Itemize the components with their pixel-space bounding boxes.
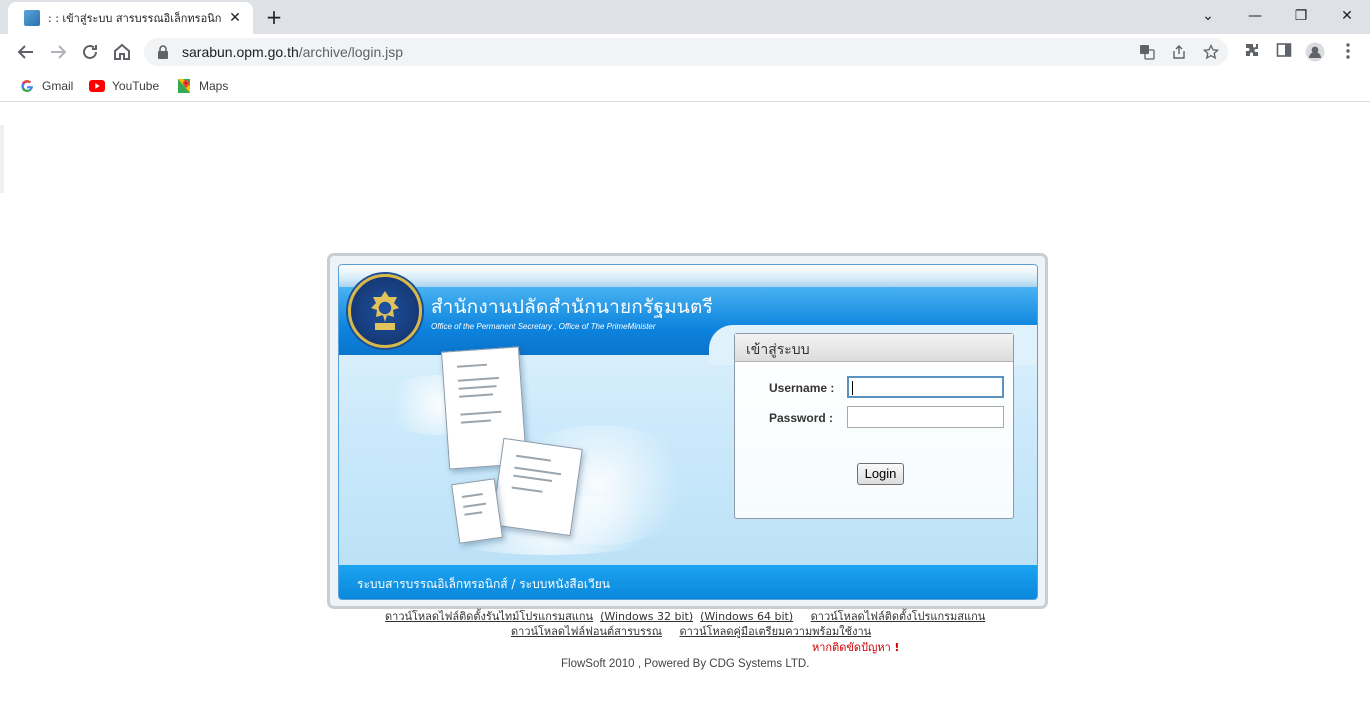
forward-button[interactable] <box>46 40 70 64</box>
organization-name-th: สำนักงานปลัดสำนักนายกรัฐมนตรี <box>431 296 713 318</box>
doc-line <box>460 410 502 416</box>
translate-icon[interactable] <box>1138 44 1156 62</box>
doc-line <box>511 486 543 493</box>
tab-search-icon[interactable]: ⌄ <box>1193 4 1223 28</box>
username-input[interactable] <box>847 376 1004 398</box>
back-button[interactable] <box>14 40 38 64</box>
browser-tabstrip: : : เข้าสู่ระบบ สารบรรณอิเล็กทรอนิกส์ : … <box>0 0 1370 34</box>
bookmark-star-icon[interactable] <box>1202 43 1220 62</box>
trouble-mark: ! <box>894 641 900 654</box>
username-label: Username : <box>769 381 835 395</box>
site-favicon-icon <box>24 10 40 26</box>
tab-close-icon[interactable]: ✕ <box>227 10 243 26</box>
extensions-icon[interactable] <box>1242 42 1262 62</box>
url-text: sarabun.opm.go.th/archive/login.jsp <box>182 44 403 60</box>
doc-line <box>461 493 483 499</box>
doc-line <box>462 502 486 508</box>
doc-line <box>456 363 488 368</box>
doc-line <box>457 376 500 382</box>
bookmark-maps[interactable]: Maps <box>176 77 228 95</box>
restore-button[interactable]: ❐ <box>1286 4 1316 28</box>
trouble-text: หากติดขัดปัญหา <box>812 641 891 654</box>
page-content: สำนักงานปลัดสำนักนายกรัฐมนตรี Office of … <box>0 103 1370 712</box>
maps-icon <box>176 78 192 94</box>
download-scanner-link[interactable]: ดาวน์โหลดไฟล์ติดตั้งโปรแกรมสแกน <box>811 610 986 623</box>
login-frame: สำนักงานปลัดสำนักนายกรัฐมนตรี Office of … <box>327 253 1048 609</box>
share-icon[interactable] <box>1170 44 1188 62</box>
back-arrow-icon <box>17 45 33 59</box>
browser-toolbar: sarabun.opm.go.th/archive/login.jsp <box>0 34 1370 70</box>
lock-icon <box>156 45 170 59</box>
home-icon <box>114 43 130 60</box>
password-label: Password : <box>769 411 834 425</box>
bookmark-label: Maps <box>199 79 229 93</box>
download-manual-link[interactable]: ดาวน์โหลดคู่มือเตรียมความพร้อมใช้งาน <box>679 625 871 638</box>
browser-tab[interactable]: : : เข้าสู่ระบบ สารบรรณอิเล็กทรอนิกส์ : … <box>8 2 253 34</box>
url-path: /archive/login.jsp <box>298 44 404 60</box>
bookmarks-bar: Gmail YouTube Maps <box>0 70 1370 102</box>
profile-avatar-icon[interactable] <box>1305 42 1325 62</box>
download-font-link[interactable]: ดาวน์โหลดไฟล์ฟอนต์สารบรรณ <box>511 625 662 638</box>
doc-line <box>514 466 561 476</box>
system-name-text: ระบบสารบรรณอิเล็กทรอนิกส์ / ระบบหนังสือเ… <box>357 577 610 591</box>
banner-top-gloss <box>339 265 1037 287</box>
win64-link[interactable]: (Windows 64 bit) <box>700 610 793 623</box>
trouble-notice[interactable]: หากติดขัดปัญหา ! <box>812 640 932 655</box>
minimize-button[interactable]: — <box>1240 4 1270 28</box>
browser-menu-icon[interactable] <box>1338 42 1358 62</box>
youtube-icon <box>89 78 105 94</box>
links-row-1: ดาวน์โหลดไฟล์ติดตั้งรันไทม์โปรแกรมสแกน (… <box>385 609 995 624</box>
win32-link[interactable]: (Windows 32 bit) <box>600 610 693 623</box>
doc-line <box>516 454 552 462</box>
doc-line <box>513 474 553 483</box>
bookmark-label: YouTube <box>112 79 160 93</box>
new-tab-button[interactable]: + <box>262 6 286 28</box>
header-banner: สำนักงานปลัดสำนักนายกรัฐมนตรี Office of … <box>338 264 1038 600</box>
google-icon <box>19 78 35 94</box>
url-host: sarabun.opm.go.th <box>182 44 299 60</box>
side-panel-icon[interactable] <box>1274 42 1294 62</box>
doc-line <box>463 511 483 516</box>
reload-icon <box>83 44 97 59</box>
organization-name-en: Office of the Permanent Secretary , Offi… <box>431 322 656 331</box>
bookmark-youtube[interactable]: YouTube <box>89 77 159 95</box>
close-window-button[interactable]: ✕ <box>1332 4 1362 28</box>
password-input[interactable] <box>847 406 1004 428</box>
powered-by-text: FlowSoft 2010 , Powered By CDG Systems L… <box>561 658 810 670</box>
login-panel: เข้าสู่ระบบ Username : Password : Login <box>734 333 1014 519</box>
text-caret <box>852 381 853 395</box>
bookmark-gmail[interactable]: Gmail <box>19 77 73 95</box>
doc-line <box>458 393 493 398</box>
doc-line <box>460 419 492 424</box>
links-row-2: ดาวน์โหลดไฟล์ฟอนต์สารบรรณ ดาวน์โหลดคู่มื… <box>511 624 911 639</box>
download-runtime-link[interactable]: ดาวน์โหลดไฟล์ติดตั้งรันไทม์โปรแกรมสแกน <box>385 610 593 623</box>
document-illustration <box>491 437 583 537</box>
forward-arrow-icon <box>51 45 67 59</box>
government-emblem-icon <box>348 274 422 348</box>
page-edge-strip <box>0 125 4 193</box>
doc-line <box>458 385 497 390</box>
reload-button[interactable] <box>78 40 102 64</box>
tab-title: : : เข้าสู่ระบบ สารบรรณอิเล็กทรอนิกส์ : <box>48 12 221 25</box>
banner-footer-band: ระบบสารบรรณอิเล็กทรอนิกส์ / ระบบหนังสือเ… <box>339 565 1037 599</box>
bookmark-label: Gmail <box>42 79 74 93</box>
login-title: เข้าสู่ระบบ <box>746 342 810 358</box>
home-button[interactable] <box>110 40 134 64</box>
login-panel-header: เข้าสู่ระบบ <box>735 334 1013 362</box>
document-illustration <box>451 478 503 544</box>
address-bar[interactable]: sarabun.opm.go.th/archive/login.jsp <box>144 38 1228 66</box>
login-button[interactable]: Login <box>857 463 904 485</box>
